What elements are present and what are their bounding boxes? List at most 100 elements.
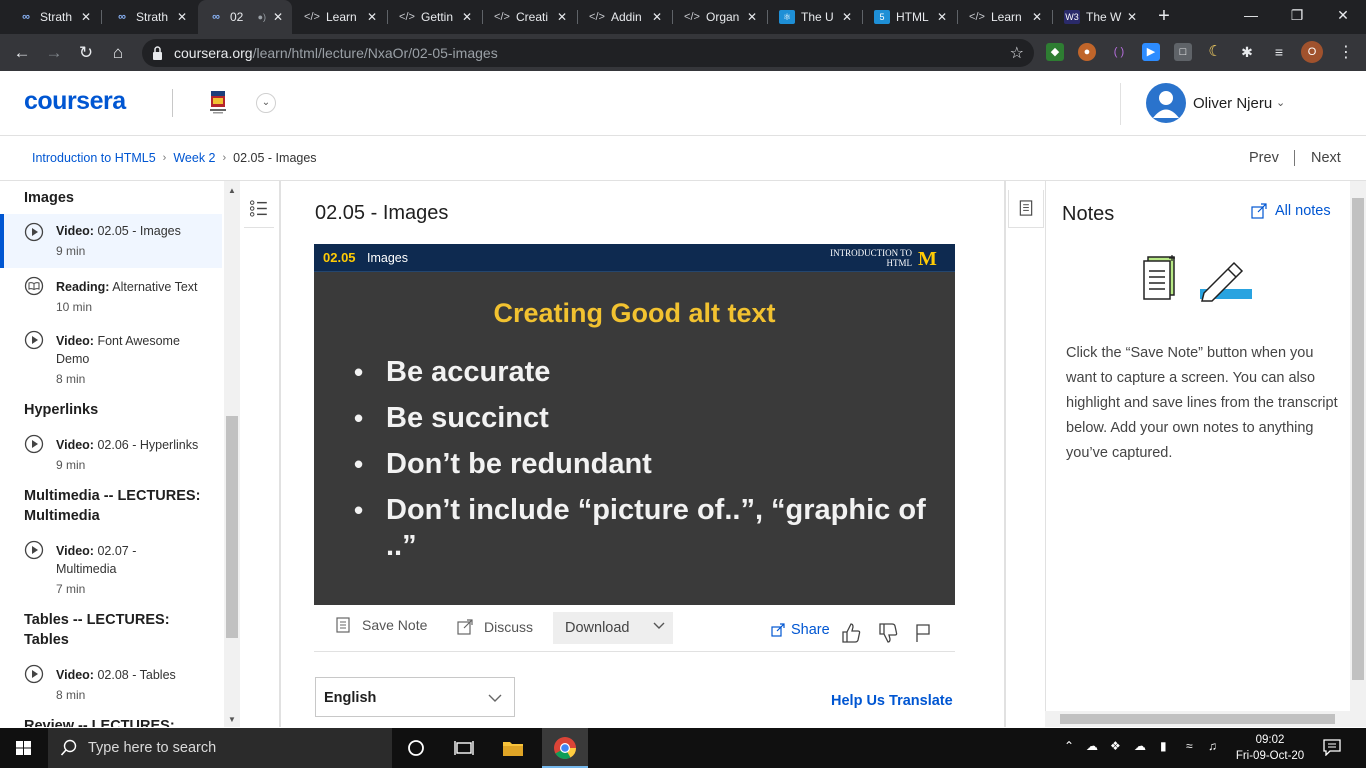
external-link-icon [457, 619, 473, 635]
extension-icon[interactable]: □ [1174, 43, 1192, 61]
notes-scrollbar-thumb[interactable] [1352, 198, 1364, 680]
browser-tab[interactable]: </> Learn ✕ [959, 0, 1051, 34]
close-icon[interactable]: ✕ [364, 10, 380, 24]
university-logo[interactable] [208, 89, 228, 115]
close-icon[interactable]: ✕ [1124, 10, 1140, 24]
taskbar-search-input[interactable]: Type here to search [48, 728, 392, 768]
close-icon[interactable]: ✕ [1029, 10, 1045, 24]
zoom-extension-icon[interactable]: ▶ [1142, 43, 1160, 61]
chevron-down-icon[interactable]: ⌄ [256, 93, 276, 113]
close-icon[interactable]: ✕ [78, 10, 94, 24]
minimize-button[interactable]: — [1228, 0, 1274, 34]
onedrive-icon[interactable]: ☁ [1086, 739, 1098, 753]
browser-tab[interactable]: </> Gettin ✕ [389, 0, 481, 34]
flag-icon[interactable] [912, 622, 934, 644]
task-view-icon[interactable] [452, 736, 476, 760]
home-button[interactable]: ⌂ [105, 40, 131, 66]
extension-icon[interactable]: ◆ [1046, 43, 1064, 61]
browser-tab[interactable]: W3 The W ✕ [1054, 0, 1146, 34]
notes-toggle-icon[interactable] [1008, 190, 1044, 228]
close-icon[interactable]: ✕ [744, 10, 760, 24]
volume-icon[interactable]: ♫ [1208, 739, 1217, 753]
thumbs-down-icon[interactable] [877, 622, 899, 644]
browser-tab[interactable]: </> Creati ✕ [484, 0, 576, 34]
discuss-button[interactable]: Discuss [456, 618, 533, 636]
sidebar-scrollbar-thumb[interactable] [226, 416, 238, 638]
cloud-upload-icon[interactable]: ☁ [1134, 739, 1146, 753]
action-center-icon[interactable] [1322, 738, 1342, 756]
outline-item-video[interactable]: Video: 02.07 - Multimedia 7 min [0, 540, 222, 604]
outline-item-video[interactable]: Video: 02.06 - Hyperlinks 9 min [0, 434, 222, 480]
browser-tab[interactable]: ∞ Strath ✕ [104, 0, 196, 34]
puzzle-icon[interactable]: ✱ [1238, 43, 1256, 61]
windows-start-icon[interactable] [10, 736, 36, 760]
help-translate-link[interactable]: Help Us Translate [831, 693, 953, 709]
dropbox-icon[interactable]: ❖ [1110, 739, 1121, 753]
dark-mode-icon[interactable]: ☾ [1206, 43, 1224, 61]
browser-tab[interactable]: </> Learn ✕ [294, 0, 386, 34]
battery-icon[interactable]: ▮ [1160, 739, 1167, 753]
play-icon [24, 664, 44, 684]
outline-item-reading[interactable]: Reading: Alternative Text 10 min [0, 276, 222, 322]
chevron-down-icon[interactable]: ⌄ [1276, 96, 1285, 109]
lecture-title: 02.05 - Images [315, 202, 449, 224]
language-select[interactable]: English [315, 677, 515, 717]
table-of-contents-icon[interactable] [244, 190, 274, 228]
notes-help-text: Click the “Save Note” button when you wa… [1066, 345, 1338, 461]
bookmark-star-icon[interactable]: ☆ [1010, 43, 1024, 63]
video-player[interactable]: 02.05 Images INTRODUCTION TO HTML M Crea… [314, 244, 955, 605]
all-notes-link[interactable]: All notes [1251, 203, 1331, 219]
close-icon[interactable]: ✕ [554, 10, 570, 24]
outline-item-video[interactable]: Video: 02.08 - Tables 8 min [0, 664, 222, 710]
wifi-icon[interactable]: ≈ [1186, 739, 1193, 753]
chrome-menu-icon[interactable]: ⋮ [1338, 42, 1354, 62]
user-name[interactable]: Oliver Njeru [1193, 95, 1272, 112]
breadcrumb-link[interactable]: Introduction to HTML5 [32, 151, 156, 165]
outline-item-video[interactable]: Video: Font Awesome Demo 8 min [0, 330, 222, 394]
next-button[interactable]: Next [1311, 150, 1341, 166]
share-button[interactable]: Share [771, 622, 830, 638]
close-icon[interactable]: ✕ [174, 10, 190, 24]
close-icon[interactable]: ✕ [270, 10, 286, 24]
outline-item-video[interactable]: Video: 02.05 - Images 9 min [0, 214, 222, 268]
close-icon[interactable]: ✕ [459, 10, 475, 24]
scroll-down-arrow-icon[interactable]: ▼ [228, 715, 236, 724]
close-icon[interactable]: ✕ [839, 10, 855, 24]
media-control-icon[interactable]: ≡ [1270, 43, 1288, 61]
restore-button[interactable]: ❐ [1274, 0, 1320, 34]
browser-tab[interactable]: 5 HTML ✕ [864, 0, 956, 34]
browser-tab-active[interactable]: ∞ 02 ●) ✕ [198, 0, 292, 34]
lock-icon [153, 46, 162, 60]
video-toolbar: Save Note Discuss Download Share [314, 610, 955, 652]
browser-tab[interactable]: ∞ Strath ✕ [8, 0, 100, 34]
address-bar[interactable]: coursera.org/learn/html/lecture/NxaOr/02… [142, 39, 1034, 67]
chrome-taskbar-button[interactable] [542, 728, 588, 768]
browser-tab[interactable]: ⚛ The U ✕ [769, 0, 861, 34]
show-hidden-icons-icon[interactable]: ⌃ [1064, 739, 1074, 753]
avatar[interactable] [1146, 83, 1186, 123]
thumbs-up-icon[interactable] [840, 622, 862, 644]
prev-button[interactable]: Prev [1249, 150, 1279, 166]
cortana-icon[interactable] [404, 736, 428, 760]
save-note-button[interactable]: Save Note [334, 616, 427, 634]
profile-avatar[interactable]: O [1301, 41, 1323, 63]
scroll-up-arrow-icon[interactable]: ▲ [228, 186, 236, 195]
close-icon[interactable]: ✕ [934, 10, 950, 24]
close-window-button[interactable]: ✕ [1320, 0, 1366, 34]
close-icon[interactable]: ✕ [649, 10, 665, 24]
browser-tab[interactable]: </> Addin ✕ [579, 0, 671, 34]
system-clock[interactable]: 09:02 Fri-09-Oct-20 [1232, 732, 1308, 764]
breadcrumb-link[interactable]: Week 2 [173, 151, 215, 165]
file-explorer-icon[interactable] [501, 736, 525, 760]
extension-icon[interactable]: ( ) [1110, 43, 1128, 61]
notes-horizontal-scrollbar-thumb[interactable] [1060, 714, 1335, 724]
coursera-logo[interactable]: coursera [24, 87, 126, 116]
forward-button[interactable]: → [41, 40, 67, 66]
browser-tab[interactable]: </> Organ ✕ [674, 0, 766, 34]
reload-button[interactable]: ↻ [73, 40, 99, 66]
download-dropdown[interactable]: Download [553, 612, 673, 644]
react-icon: ⚛ [779, 10, 795, 24]
new-tab-button[interactable]: + [1152, 6, 1176, 28]
back-button[interactable]: ← [9, 40, 35, 66]
extension-icon[interactable]: ● [1078, 43, 1096, 61]
